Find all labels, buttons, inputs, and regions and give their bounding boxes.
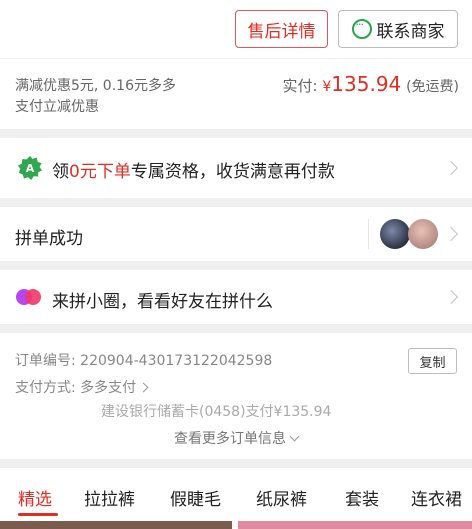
order-number-label: 订单编号: (15, 353, 76, 369)
group-success-row[interactable]: 拼单成功 (0, 207, 472, 261)
active-tab-underline (18, 513, 58, 516)
paid-value: 135.94 (331, 72, 402, 96)
category-tabs: 精选 拉拉裤 假睫毛 纸尿裤 套装 连衣裙 (0, 468, 472, 529)
chevron-right-icon (443, 289, 459, 305)
tab-diapers[interactable]: 纸尿裤 (256, 485, 307, 510)
bank-payment-line: 建设银行储蓄卡(0458)支付¥135.94 (101, 404, 332, 420)
avatar[interactable] (380, 219, 410, 249)
pay-method-label: 支付方式: (15, 380, 76, 396)
discount-line-1: 满减优惠5元, 0.16元多多 (15, 78, 176, 94)
product-thumbnail[interactable] (238, 521, 472, 529)
product-thumbnails-strip (0, 521, 472, 529)
tab-sets[interactable]: 套装 (345, 485, 379, 510)
order-number-value: 220904-430173122042598 (80, 353, 273, 369)
payment-summary: 满减优惠5元, 0.16元多多 支付立减优惠 实付: ¥135.94 (免运费) (0, 59, 472, 129)
contact-merchant-button[interactable]: 联系商家 (338, 10, 458, 48)
circle-logo-icon (16, 289, 42, 305)
paid-amount: 实付: ¥135.94 (免运费) (283, 72, 459, 96)
chevron-right-icon (443, 226, 459, 242)
friend-circle-row[interactable]: 来拼小圈，看看好友在拼什么 (0, 270, 472, 324)
zero-yuan-highlight: 0元下单 (69, 162, 131, 182)
chevron-down-icon (289, 431, 300, 442)
tab-false-eyelashes[interactable]: 假睫毛 (170, 485, 221, 510)
tab-featured[interactable]: 精选 (18, 485, 52, 510)
order-number-row: 订单编号: 220904-430173122042598 (15, 350, 272, 370)
tab-dresses[interactable]: 连衣裙 (411, 485, 462, 510)
avatar[interactable] (408, 219, 438, 249)
after-sales-details-button[interactable]: 售后详情 (235, 10, 328, 48)
zero-yuan-offer-text: 领0元下单专属资格，收货满意再付款 (52, 162, 335, 182)
copy-order-number-button[interactable]: 复制 (408, 348, 457, 374)
zero-yuan-offer-row[interactable]: A 领0元下单专属资格，收货满意再付款 (0, 138, 472, 198)
product-thumbnail[interactable] (0, 521, 232, 529)
discount-line-2: 支付立减优惠 (15, 99, 99, 115)
pay-method-row[interactable]: 支付方式: 多多支付 (15, 377, 149, 397)
order-actions-bar: 售后详情 联系商家 (0, 0, 472, 58)
group-success-title: 拼单成功 (15, 229, 83, 249)
chevron-right-icon (443, 160, 459, 176)
friend-circle-text: 来拼小圈，看看好友在拼什么 (52, 292, 273, 312)
paid-label: 实付: (282, 77, 318, 95)
contact-merchant-label: 联系商家 (376, 21, 445, 42)
shipping-note: (免运费) (406, 79, 459, 95)
order-info: 订单编号: 220904-430173122042598 复制 支付方式: 多多… (0, 333, 472, 459)
more-order-info-link[interactable]: 查看更多订单信息 (0, 428, 472, 448)
chat-bubble-icon (351, 18, 372, 39)
tab-pull-up-pants[interactable]: 拉拉裤 (84, 485, 135, 510)
paid-currency: ¥ (322, 79, 332, 95)
divider (368, 219, 369, 249)
pay-method-value: 多多支付 (80, 380, 137, 396)
badge-icon: A (18, 156, 42, 180)
chevron-right-icon (138, 382, 149, 393)
